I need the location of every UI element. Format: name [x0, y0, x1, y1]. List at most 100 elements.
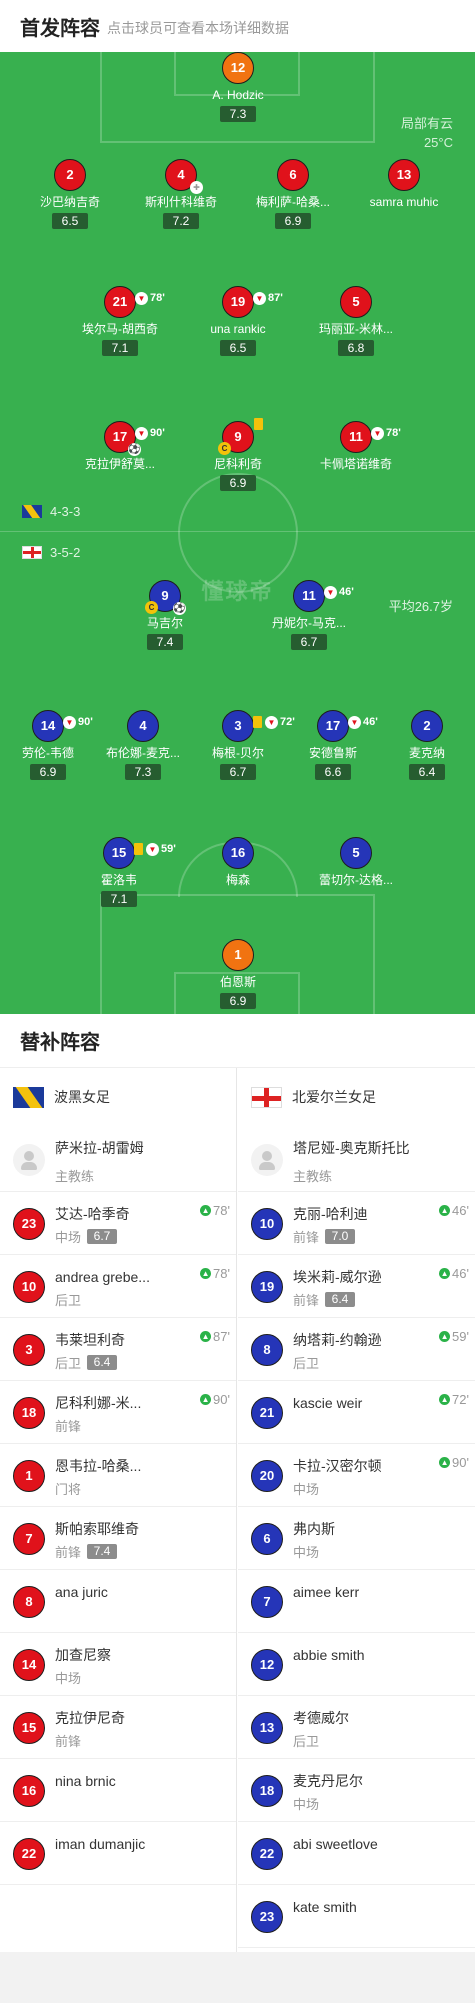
sub-minute: 87' [213, 1329, 230, 1344]
away-player-5[interactable]: 5 蕾切尔-达格... [296, 837, 416, 888]
sub-position: 门将 [55, 1482, 82, 1497]
player-number: 14 [40, 718, 56, 733]
sub-minute: 87' [268, 292, 283, 304]
yellow-card-icon [254, 418, 263, 430]
sub-player-row[interactable]: 21 kascie weir ▲ 72' [238, 1381, 475, 1444]
sub-player-row[interactable]: 1 恩韦拉-哈桑... 门将 [0, 1444, 236, 1507]
sub-player-row[interactable]: 18 尼科利娜-米... 前锋 ▲ 90' [0, 1381, 236, 1444]
home-player-13[interactable]: 13 samra muhic [344, 159, 464, 210]
sub-player-row[interactable]: 15 克拉伊尼奇 前锋 [0, 1696, 236, 1759]
player-number-badge: 3 ▼ 72' [222, 710, 295, 742]
player-number-badge: 11 ▼ 46' [293, 580, 354, 612]
player-number: 15 [111, 845, 127, 860]
sub-number-badge: 8 [13, 1586, 45, 1618]
sub-player-row[interactable]: 12 abbie smith [238, 1633, 475, 1696]
away-player-11[interactable]: 11 ▼ 46' 丹妮尔-马克... 6.7 [249, 580, 369, 651]
sub-info: 弗内斯 中场 [293, 1521, 433, 1569]
sub-minute: 78' [386, 427, 401, 439]
away-player-9[interactable]: 9 C ⚽ 马吉尔 7.4 [105, 580, 225, 651]
player-rating: 6.7 [220, 764, 256, 780]
sub-player-row[interactable]: 23 kate smith [238, 1885, 475, 1948]
home-player-21[interactable]: 21 ▼ 78' 埃尔马-胡西奇 7.1 [60, 286, 180, 357]
sub-info: nina brnic [55, 1773, 195, 1821]
sub-position: 后卫 [293, 1734, 320, 1749]
home-player-11[interactable]: 11 ▼ 78' 卡佩塔诺维奇 [296, 421, 416, 472]
sub-on-icon: ▲ [200, 1394, 212, 1405]
sub-player-row[interactable]: 14 加查尼察 中场 [0, 1633, 236, 1696]
player-name: 梅利萨-哈桑... [256, 195, 330, 209]
player-name: 斯利什科维奇 [144, 195, 217, 209]
sub-on-icon: ▲ [439, 1394, 451, 1405]
sub-number-badge: 13 [251, 1712, 283, 1744]
away-player-1[interactable]: 1 伯恩斯 6.9 [178, 939, 298, 1010]
sub-player-row[interactable]: 6 弗内斯 中场 [238, 1507, 475, 1570]
sub-name: 考德威尔 [293, 1710, 349, 1726]
sub-rating: 6.4 [87, 1355, 118, 1370]
sub-rating: 7.4 [87, 1544, 118, 1559]
sub-player-row[interactable]: 13 考德威尔后卫 [238, 1696, 475, 1759]
sub-info: 加查尼察 中场 [55, 1647, 195, 1695]
sub-position: 中场 [293, 1797, 320, 1812]
sub-player-row[interactable]: 10 克丽-哈利迪 前锋 7.0 ▲ 46' [238, 1192, 475, 1255]
sub-player-row[interactable]: 8 纳塔莉-约翰逊 后卫 ▲ 59' [238, 1318, 475, 1381]
away-formation: 3-5-2 [22, 545, 80, 560]
sub-number-badge: 10 [251, 1208, 283, 1240]
sub-name: kascie weir [293, 1395, 363, 1411]
sub-player-row[interactable]: 23 艾达-哈季奇 中场 6.7 ▲ 78' [0, 1192, 236, 1255]
sub-player-row[interactable]: 7 斯帕索耶维奇 前锋 7.4 [0, 1507, 236, 1570]
sub-player-row[interactable]: 18 麦克丹尼尔 中场 [238, 1759, 475, 1822]
home-player-17[interactable]: 17 ▼ 90' ⚽ 克拉伊舒莫... [60, 421, 180, 472]
player-number-badge: 17 ▼ 90' ⚽ [104, 421, 165, 456]
player-rating: 6.9 [220, 475, 256, 491]
sub-player-row[interactable]: 20 卡拉-汉密尔顿 中场 ▲ 90' [238, 1444, 475, 1507]
sub-position: 后卫 [55, 1293, 82, 1308]
sub-number-badge: 12 [251, 1649, 283, 1681]
sub-position-line: 前锋 7.4 [55, 1542, 195, 1561]
home-player-6[interactable]: 6 梅利萨-哈桑... 6.9 [233, 159, 353, 230]
sub-name: aimee kerr [293, 1584, 360, 1600]
sub-player-row[interactable]: 22 iman dumanjic [0, 1822, 236, 1885]
sub-position-line: 前锋 7.0 [293, 1227, 433, 1246]
sub-info: aimee kerr [293, 1584, 433, 1632]
away-team-row: 北爱尔兰女足 [238, 1068, 475, 1126]
player-number-badge: 21 ▼ 78' [104, 286, 165, 318]
sub-player-row[interactable]: 7 aimee kerr [238, 1570, 475, 1633]
away-player-15[interactable]: 15 ▼ 59' 霍洛韦 7.1 [59, 837, 179, 908]
sub-info: abbie smith [293, 1647, 433, 1695]
home-coach-row[interactable]: 萨米拉-胡雷姆 主教练 [0, 1126, 236, 1192]
yellow-card-icon [134, 843, 143, 855]
sub-player-row[interactable]: 22 abi sweetlove [238, 1822, 475, 1885]
away-player-16[interactable]: 16 梅森 [178, 837, 298, 888]
away-player-2[interactable]: 2 麦克纳 6.4 [367, 710, 475, 781]
sub-name: 克丽-哈利迪 [293, 1206, 368, 1222]
sub-info: kate smith [293, 1899, 433, 1947]
home-player-4[interactable]: 4 ✚ 斯利什科维奇 7.2 [121, 159, 241, 230]
home-player-19[interactable]: 19 ▼ 87' una rankic 6.5 [178, 286, 298, 357]
player-name: una rankic [210, 322, 266, 336]
home-player-2[interactable]: 2 沙巴纳吉奇 6.5 [10, 159, 130, 230]
sub-number-badge: 20 [251, 1460, 283, 1492]
sub-off-icon: ▼ [371, 426, 384, 440]
sub-position-line: 后卫 [293, 1731, 433, 1750]
sub-number-badge: 19 [251, 1271, 283, 1303]
home-player-9[interactable]: 9 C 尼科利奇 6.9 [178, 418, 298, 492]
sub-minute: 90' [452, 1455, 469, 1470]
away-formation-label: 3-5-2 [50, 545, 81, 560]
sub-name: ana juric [55, 1584, 108, 1600]
sub-player-row[interactable]: 3 韦莱坦利奇 后卫 6.4 ▲ 87' [0, 1318, 236, 1381]
sub-player-row[interactable]: 19 埃米莉-威尔逊 前锋 6.4 ▲ 46' [238, 1255, 475, 1318]
captain-badge-icon: C [218, 442, 231, 455]
sub-name: 尼科利娜-米... [55, 1395, 142, 1411]
sub-info: 韦莱坦利奇 后卫 6.4 [55, 1332, 195, 1380]
home-player-5[interactable]: 5 玛丽亚-米林... 6.8 [296, 286, 416, 357]
away-coach-row[interactable]: 塔尼娅-奥克斯托比 主教练 [238, 1126, 475, 1192]
player-name: 尼科利奇 [213, 457, 262, 471]
bosnia-flag-icon [13, 1086, 44, 1108]
player-rating: 7.1 [101, 891, 137, 907]
home-player-12[interactable]: 12 A. Hodzic 7.3 [178, 52, 298, 123]
sub-name: 恩韦拉-哈桑... [55, 1458, 142, 1474]
sub-player-row[interactable]: 8 ana juric [0, 1570, 236, 1633]
sub-player-row[interactable]: 10 andrea grebe... 后卫 ▲ 78' [0, 1255, 236, 1318]
sub-player-row[interactable]: 16 nina brnic [0, 1759, 236, 1822]
sub-position-line: 中场 [55, 1668, 195, 1687]
